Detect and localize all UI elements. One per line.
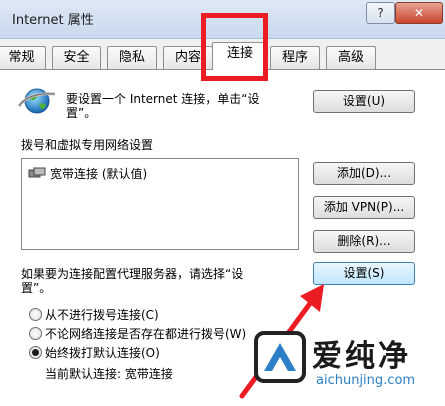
tab-programs[interactable]: 程序: [270, 46, 320, 69]
tab-advanced[interactable]: 高级: [326, 46, 376, 69]
dialup-section-label: 拨号和虚拟专用网络设置: [21, 138, 154, 152]
remove-button[interactable]: 删除(R)...: [313, 230, 415, 253]
dialup-item-label: 宽带连接 (默认值): [50, 167, 148, 181]
dialup-connections-list[interactable]: 宽带连接 (默认值): [21, 158, 299, 250]
broadband-connection-icon: [28, 167, 46, 178]
watermark-name: 爱纯净: [312, 339, 411, 374]
globe-network-icon: [17, 88, 56, 114]
radio-never-dial-label: 从不进行拨号连接(C): [45, 308, 159, 322]
radio-always-dial-label: 始终拨打默认连接(O): [45, 346, 160, 360]
list-item[interactable]: 宽带连接 (默认值): [22, 159, 292, 183]
tab-security[interactable]: 安全: [52, 46, 101, 69]
tab-privacy[interactable]: 隐私: [107, 46, 157, 69]
tab-general[interactable]: 常规: [0, 46, 46, 69]
radio-dial-whenever-label: 不论网络连接是否存在都进行拨号(W): [45, 327, 247, 341]
watermark: 爱纯净 aichunjing.com: [250, 327, 445, 406]
add-vpn-button[interactable]: 添加 VPN(P)...: [313, 196, 415, 219]
radio-never-dial-control[interactable]: [29, 308, 42, 321]
radio-always-dial-control[interactable]: [29, 346, 42, 359]
current-default-connection: 当前默认连接: 宽带连接: [45, 367, 173, 381]
aichunjing-logo-icon: [254, 331, 306, 383]
watermark-url: aichunjing.com: [316, 373, 416, 388]
help-button[interactable]: ?: [366, 2, 395, 24]
proxy-text-2: 置”。: [21, 281, 52, 295]
setup-button[interactable]: 设置(U): [313, 90, 415, 113]
setup-connection-text-2: 置”。: [66, 106, 97, 120]
proxy-text-1: 如果要为连接配置代理服务器，请选择“设: [21, 267, 244, 281]
tab-highlight-box: [201, 13, 268, 81]
radio-dial-whenever-control[interactable]: [29, 327, 42, 340]
close-button[interactable]: ✕: [395, 2, 443, 24]
add-button[interactable]: 添加(D)...: [313, 162, 415, 185]
window-title: Internet 属性: [12, 13, 94, 28]
